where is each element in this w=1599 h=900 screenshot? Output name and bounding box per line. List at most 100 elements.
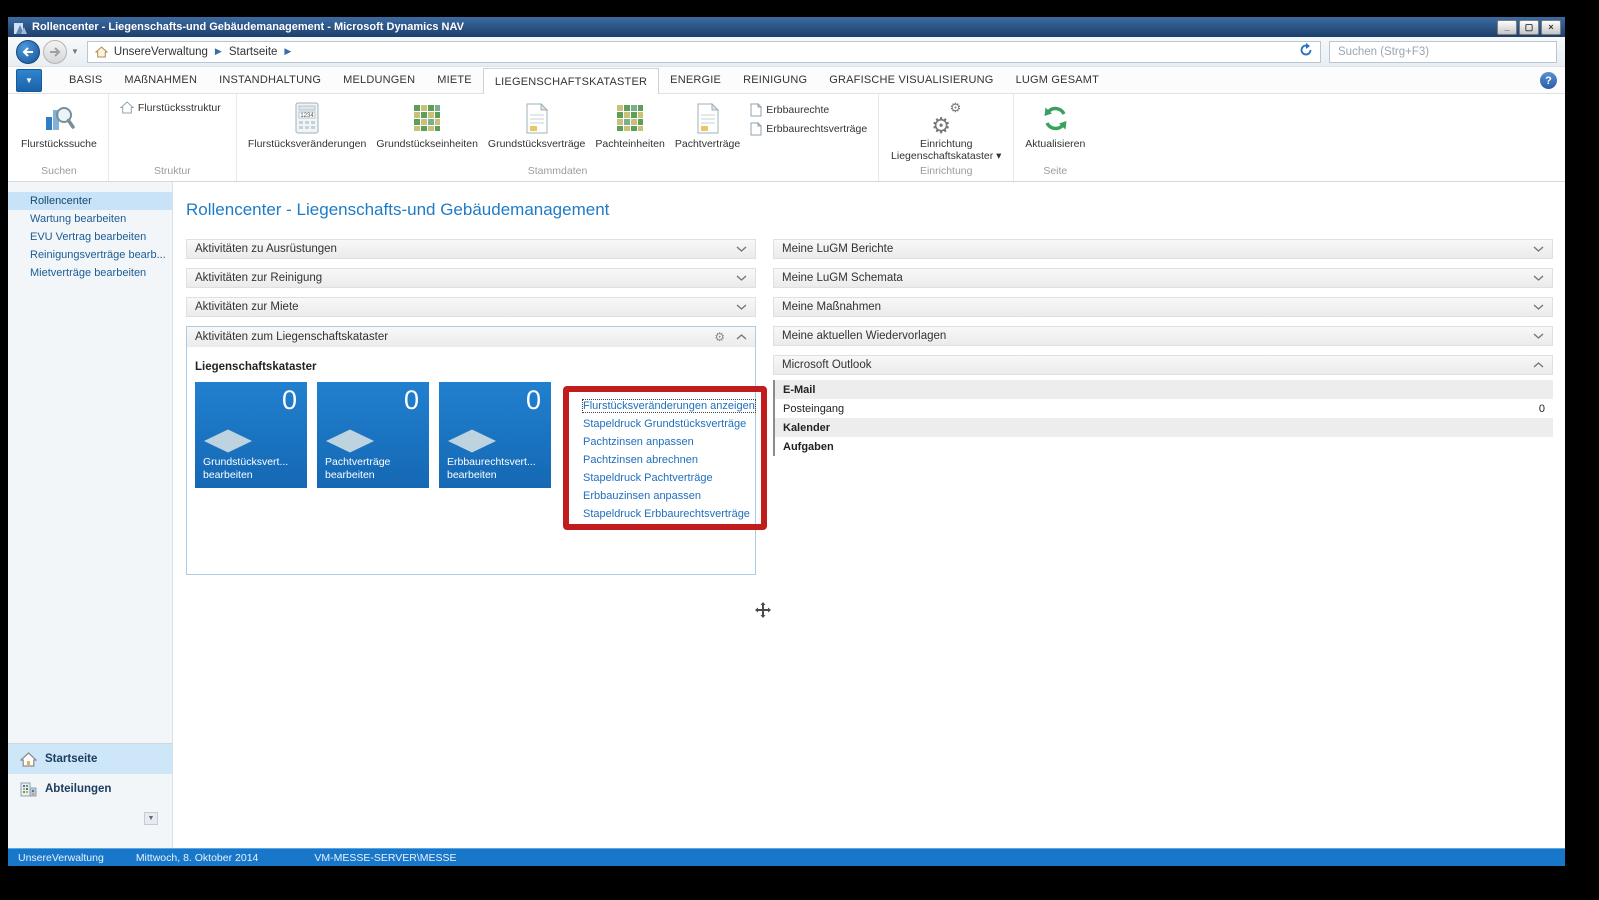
refresh-address-icon[interactable] [1299,43,1313,60]
outlook-row-aufgaben[interactable]: Aufgaben [775,437,1553,456]
status-date: Mittwoch, 8. Oktober 2014 [136,852,259,864]
tab-instandhaltung[interactable]: INSTANDHALTUNG [208,67,332,93]
tab-lugm-gesamt[interactable]: LUGM GESAMT [1005,67,1111,93]
link-erbbauzinsen-anpassen[interactable]: Erbbauzinsen anpassen [583,490,701,502]
chevron-down-icon [1533,304,1544,310]
tab-reinigung[interactable]: REINIGUNG [732,67,818,93]
ribbon-group-label-suchen: Suchen [16,165,102,181]
link-flurstuecksveraenderungen-anzeigen[interactable]: Flurstücksveränderungen anzeigen [583,400,755,412]
tab-energie[interactable]: ENERGIE [659,67,732,93]
outlook-row-email[interactable]: E-Mail [775,380,1553,399]
section-aktivitaeten-liegenschaftskataster: Aktivitäten zum Liegenschaftskataster ⚙ … [186,326,756,575]
panel-settings-gear-icon[interactable]: ⚙ [714,331,725,343]
close-button[interactable]: × [1541,20,1561,35]
diamond-icon [204,429,252,452]
sidebar-bottom: Startseite Abteilungen ▼ [8,743,172,848]
sidebar-item-evu-vertrag-bearbeiten[interactable]: EVU Vertrag bearbeiten [8,228,172,246]
main-left-column: Aktivitäten zu Ausrüstungen Aktivitäten … [186,239,756,584]
ribbon-group-label-stammdaten: Stammdaten [243,165,872,181]
tab-basis[interactable]: BASIS [58,67,113,93]
restore-button[interactable]: ▢ [1519,20,1539,35]
sidebar-item-abteilungen[interactable]: Abteilungen [8,774,172,804]
screen: Rollencenter - Liegenschafts-und Gebäude… [0,0,1599,900]
link-stapeldruck-erbbaurechtsvertraege[interactable]: Stapeldruck Erbbaurechtsverträge [583,508,750,520]
breadcrumb-separator-icon[interactable]: ▶ [284,46,291,57]
cue-tile-grundstuecksvertraege[interactable]: 0 Grundstücksvert...bearbeiten [195,382,307,488]
section-aktivitaeten-ausruestungen[interactable]: Aktivitäten zu Ausrüstungen [186,239,756,259]
section-meine-lugm-schemata[interactable]: Meine LuGM Schemata [773,268,1553,288]
breadcrumb-page[interactable]: Startseite [229,46,278,58]
link-pachtzinsen-anpassen[interactable]: Pachtzinsen anpassen [583,436,694,448]
aktualisieren-button[interactable]: Aktualisieren [1020,98,1090,152]
chevron-up-icon [1533,362,1544,368]
grundstuecksvertraege-button[interactable]: Grundstücksverträge [483,98,590,152]
cue-tile-pachtvertraege[interactable]: 0 Pachtverträgebearbeiten [317,382,429,488]
breadcrumb-separator-icon[interactable]: ▶ [215,46,222,57]
window-title: Rollencenter - Liegenschafts-und Gebäude… [32,21,464,33]
tab-liegenschaftskataster[interactable]: LIEGENSCHAFTSKATASTER [483,68,659,94]
sidebar-item-wartung-bearbeiten[interactable]: Wartung bearbeiten [8,210,172,228]
einrichtung-liegenschaftskataster-button[interactable]: ⚙⚙ Einrichtung Liegenschaftskataster ▾ [886,98,1006,164]
cue-tiles: 0 Grundstücksvert...bearbeiten 0 Pachtve… [195,382,551,526]
flurstueckssuche-button[interactable]: Flurstückssuche [16,98,102,152]
sidebar-item-reinigungsvertraege[interactable]: Reinigungsverträge bearb... [8,246,172,264]
section-meine-massnahmen[interactable]: Meine Maßnahmen [773,297,1553,317]
ribbon-tabstrip: ▼ BASIS MAßNAHMEN INSTANDHALTUNG MELDUNG… [8,67,1565,94]
pachtvertraege-button[interactable]: Pachtverträge [670,98,745,152]
forward-button[interactable] [43,40,67,64]
departments-icon [18,782,38,797]
breadcrumb-root[interactable]: UnsereVerwaltung [114,46,208,58]
flurstuecksstruktur-button[interactable]: Flurstücksstruktur [115,98,226,117]
app-window: Rollencenter - Liegenschafts-und Gebäude… [8,17,1565,866]
outlook-part: E-Mail Posteingang 0 Kalender Aufgaben [773,380,1553,456]
outlook-row-kalender[interactable]: Kalender [775,418,1553,437]
sidebar-splitter-row: ▼ [8,804,172,848]
section-aktivitaeten-miete[interactable]: Aktivitäten zur Miete [186,297,756,317]
move-cursor-icon [755,602,771,623]
chevron-down-icon [1533,333,1544,339]
house-icon [120,101,134,114]
document-icon [525,100,549,136]
ribbon-group-suchen: Flurstückssuche Suchen [10,94,109,181]
cue-links: Flurstücksveränderungen anzeigen Stapeld… [583,382,755,526]
panel-header-liegenschaftskataster[interactable]: Aktivitäten zum Liegenschaftskataster ⚙ [187,327,755,347]
minimize-button[interactable]: _ [1497,20,1517,35]
section-aktivitaeten-reinigung[interactable]: Aktivitäten zur Reinigung [186,268,756,288]
erbbaurechte-button[interactable]: Erbbaurechte [745,100,872,119]
back-button[interactable] [16,40,40,64]
link-pachtzinsen-abrechnen[interactable]: Pachtzinsen abrechnen [583,454,698,466]
sidebar-splitter[interactable]: ▼ [144,812,158,825]
section-meine-lugm-berichte[interactable]: Meine LuGM Berichte [773,239,1553,259]
link-stapeldruck-pachtvertraege[interactable]: Stapeldruck Pachtverträge [583,472,713,484]
erbbaurechtsvertraege-button[interactable]: Erbbaurechtsverträge [745,119,872,138]
status-bar: UnsereVerwaltung Mittwoch, 8. Oktober 20… [8,848,1565,866]
history-caret-icon[interactable]: ▼ [71,47,79,56]
sidebar: Rollencenter Wartung bearbeiten EVU Vert… [8,182,173,848]
help-icon[interactable]: ? [1540,72,1557,89]
diamond-icon [448,429,496,452]
tab-massnahmen[interactable]: MAßNAHMEN [113,67,208,93]
sidebar-item-mietvertraege-bearbeiten[interactable]: Mietverträge bearbeiten [8,264,172,282]
section-meine-aktuellen-wiedervorlagen[interactable]: Meine aktuellen Wiedervorlagen [773,326,1553,346]
link-stapeldruck-grundstuecksvertraege[interactable]: Stapeldruck Grundstücksverträge [583,418,746,430]
grid-icon [616,100,644,136]
pachteinheiten-button[interactable]: Pachteinheiten [590,98,669,152]
refresh-icon [1042,100,1069,136]
main-right-column: Meine LuGM Berichte Meine LuGM Schemata … [773,239,1553,584]
tab-miete[interactable]: MIETE [426,67,483,93]
flurstuecksveraenderungen-button[interactable]: 1234 Flurstücksveränderungen [243,98,371,152]
document-icon [696,100,720,136]
tab-meldungen[interactable]: MELDUNGEN [332,67,426,93]
app-menu-button[interactable]: ▼ [16,69,42,92]
grundstueckseinheiten-button[interactable]: Grundstückseinheiten [371,98,483,152]
sidebar-item-rollencenter[interactable]: Rollencenter [8,192,172,210]
ribbon-group-label-struktur: Struktur [115,165,230,181]
breadcrumb[interactable]: UnsereVerwaltung ▶ Startseite ▶ [87,41,1321,63]
search-input[interactable] [1329,41,1557,63]
section-microsoft-outlook[interactable]: Microsoft Outlook [773,355,1553,375]
main-content: Rollencenter - Liegenschafts-und Gebäude… [173,182,1565,848]
outlook-row-posteingang[interactable]: Posteingang 0 [775,399,1553,418]
tab-grafische-visualisierung[interactable]: GRAFISCHE VISUALISIERUNG [818,67,1004,93]
cue-tile-erbbaurechtsvertraege[interactable]: 0 Erbbaurechtsvert...bearbeiten [439,382,551,488]
sidebar-item-startseite[interactable]: Startseite [8,744,172,774]
